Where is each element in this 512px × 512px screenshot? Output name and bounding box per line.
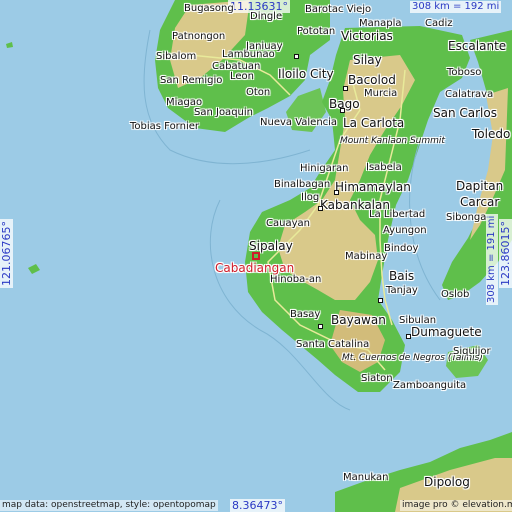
place-label: Cadiz — [425, 18, 453, 29]
place-label: Victorias — [341, 29, 393, 43]
place-label: Leon — [230, 71, 255, 82]
place-label: Santa Catalina — [296, 339, 370, 350]
place-label: Murcia — [364, 88, 398, 99]
place-label: Bacolod — [348, 73, 396, 87]
place-label: Patnongon — [172, 31, 226, 42]
highlighted-place-label: Cabadiangan — [215, 261, 295, 275]
place-label: Himamaylan — [335, 180, 411, 194]
place-label: Hinoba-an — [270, 274, 322, 285]
place-label: Mabinay — [345, 251, 388, 262]
place-label: Binalbagan — [274, 179, 331, 190]
horizontal-scale: 308 km = 192 mi — [410, 1, 502, 13]
place-label: Isabela — [366, 162, 402, 173]
town-marker — [334, 190, 339, 195]
east-longitude: 123.86015° — [499, 219, 512, 288]
place-label: Toboso — [447, 67, 482, 78]
place-label: Bindoy — [384, 243, 419, 254]
peak-label: Mount Kanlaon Summit — [340, 136, 445, 146]
place-label: Tanjay — [386, 285, 418, 296]
west-longitude: 121.06765° — [0, 219, 13, 288]
place-label: San Joaquin — [194, 107, 253, 118]
place-label: Lambunao — [222, 49, 275, 60]
place-label: Silay — [353, 53, 382, 67]
place-label: Iloilo City — [278, 67, 334, 81]
place-label: Toledo — [472, 127, 511, 141]
place-label: Bayawan — [331, 313, 386, 327]
place-label: Tobias Fornier — [130, 121, 199, 132]
place-label: Calatrava — [445, 89, 494, 100]
place-label: San Carlos — [433, 106, 497, 120]
place-label: Dingle — [250, 11, 283, 22]
place-label: Ilog — [301, 192, 320, 203]
place-label: Basay — [290, 309, 321, 320]
place-label: Escalante — [448, 39, 507, 53]
place-label: Nueva Valencia — [260, 117, 338, 128]
map-attribution: map data: openstreetmap, style: opentopo… — [0, 500, 218, 511]
place-label: Oslob — [441, 289, 470, 300]
place-label: Sibonga — [446, 212, 487, 223]
place-label: Dipolog — [424, 475, 470, 489]
place-label: Manukan — [343, 472, 389, 483]
place-label: San Remigio — [160, 75, 223, 86]
place-label: Cauayan — [266, 218, 310, 229]
place-label: Dumaguete — [411, 325, 482, 339]
map-canvas[interactable]: 11.13631° 8.36473° 121.06765° 123.86015°… — [0, 0, 512, 512]
town-marker — [318, 206, 323, 211]
vertical-scale: 308 km = 191 mi — [486, 213, 498, 305]
location-marker[interactable] — [252, 252, 260, 260]
place-label: La Carlota — [343, 116, 405, 130]
image-credit: image pro © elevation.maps — [400, 500, 512, 511]
place-label: Bugasong — [184, 3, 234, 14]
place-label: Hinigaran — [300, 163, 349, 174]
place-label: La Libertad — [369, 209, 426, 220]
place-label: Siquijor — [453, 346, 491, 357]
town-marker — [340, 108, 345, 113]
place-label: Manapla — [359, 18, 402, 29]
town-marker — [318, 324, 323, 329]
town-marker — [378, 298, 383, 303]
town-marker — [343, 86, 348, 91]
south-latitude: 8.36473° — [230, 499, 285, 512]
place-label: Sibalom — [156, 51, 197, 62]
place-label: Siaton — [361, 373, 393, 384]
place-label: Oton — [246, 87, 271, 98]
place-label: Carcar — [460, 195, 500, 209]
place-label: Bais — [389, 269, 415, 283]
place-label: Sipalay — [249, 239, 293, 253]
place-label: Barotac Viejo — [305, 4, 372, 15]
place-label: Zamboanguita — [393, 380, 467, 391]
place-label: Dapitan — [456, 179, 504, 193]
place-label: Ayungon — [383, 225, 427, 236]
islet-west-1 — [28, 264, 40, 274]
town-marker — [406, 334, 411, 339]
town-marker — [294, 54, 299, 59]
place-label: Pototan — [297, 26, 336, 37]
islet-west-2 — [6, 42, 13, 48]
